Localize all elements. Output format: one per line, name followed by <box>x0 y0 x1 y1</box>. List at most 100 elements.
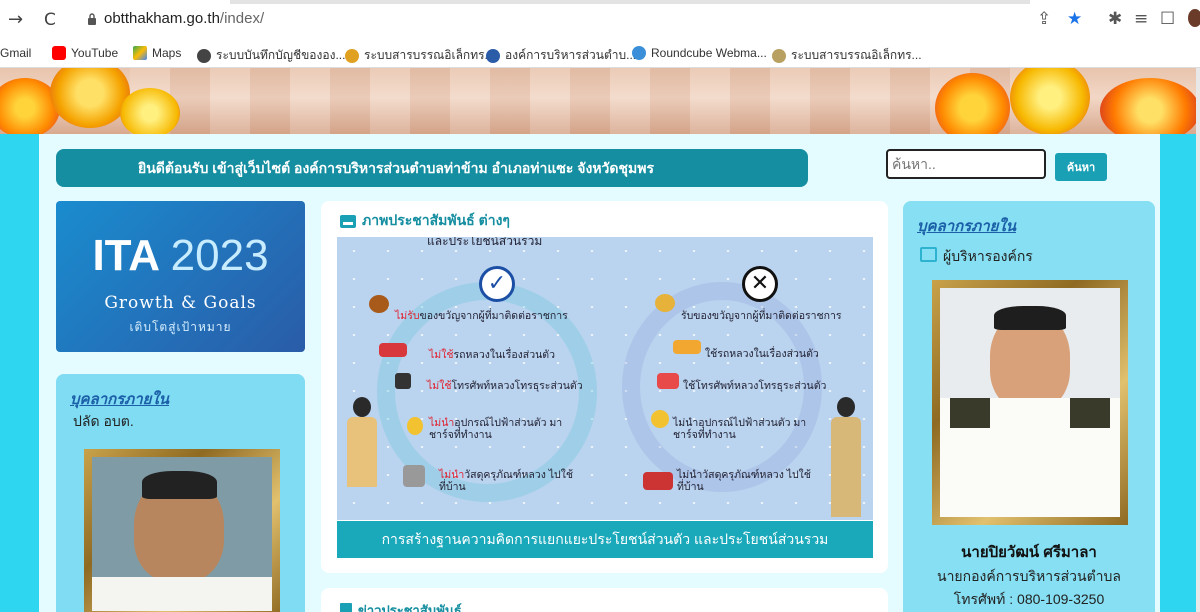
bookmark-label: YouTube <box>71 46 119 60</box>
news-heading: ข่าวประชาสัมพันธ์ <box>358 604 462 612</box>
left-card-heading[interactable]: บุคลากรภายใน <box>70 387 169 411</box>
poster-left-item: ไม่นำวัสดุครุภัณฑ์หลวง ไปใช้ที่บ้าน <box>439 469 579 493</box>
flower-image <box>1100 78 1200 134</box>
executive-phone: โทรศัพท์ : 080-109-3250 <box>953 591 1105 607</box>
check-icon: ✓ <box>479 266 515 302</box>
lock-icon[interactable] <box>87 13 97 25</box>
lightbulb-icon <box>407 417 423 435</box>
poster-right-item: ไม่นำวัสดุครุภัณฑ์หลวง ไปใช้ที่บ้าน <box>677 469 811 493</box>
portrait-hair <box>994 306 1066 330</box>
profile-avatar[interactable] <box>1188 9 1200 27</box>
money-bag-icon <box>369 295 389 313</box>
poster-left-text: โทรศัพท์หลวงโทรธุระส่วนตัว <box>451 380 583 392</box>
right-portrait-photo <box>940 288 1120 517</box>
reload-icon[interactable]: C <box>44 10 56 30</box>
documents-icon <box>403 465 425 487</box>
poster-right-item: ใช้โทรศัพท์หลวงโทรธุระส่วนตัว <box>683 380 827 392</box>
globe-icon <box>197 48 211 63</box>
bookmark-org[interactable]: องค์การบริหารส่วนตำบ... <box>486 46 636 65</box>
flower-image <box>50 68 130 128</box>
bookmark-label: ระบบสารบรรณอิเล็กทร... <box>791 48 922 62</box>
car-icon <box>673 340 701 354</box>
pr-poster-image[interactable]: และประโยชน์ส่วนรวม ✓ ✕ ไม่รับของขวัญจากผ… <box>337 237 873 520</box>
pr-images-heading: ภาพประชาสัมพันธ์ ต่างๆ <box>362 212 510 228</box>
portrait-uniform <box>92 577 272 611</box>
portrait-epaulette <box>950 398 990 428</box>
poster-right-item: ไม่นำอุปกรณ์ไปฟ้าส่วนตัว มาชาร์จที่ทำงาน <box>673 417 807 441</box>
portrait-hair <box>142 471 217 499</box>
site-banner <box>0 68 1200 134</box>
executive-position: นายกองค์การบริหารส่วนตำบล <box>937 568 1121 584</box>
bookmark-label: Maps <box>152 46 182 60</box>
executive-name: นายปิยวัฒน์ ศรีมาลา <box>961 544 1097 561</box>
poster-caption[interactable]: การสร้างฐานความคิดการแยกแยะประโยชน์ส่วนต… <box>337 521 873 558</box>
ita-year: 2023 <box>170 231 269 280</box>
url-field[interactable]: obtthakham.go.th/index/ <box>104 10 264 27</box>
share-icon[interactable]: ⇪ <box>1037 9 1051 29</box>
document-icon <box>340 603 352 612</box>
youtube-icon <box>52 46 66 60</box>
reading-list-icon[interactable]: ≡ <box>1134 9 1148 29</box>
flower-image <box>935 73 1010 134</box>
ita-subtitle-th: เติบโตสู่เป้าหมาย <box>129 320 232 334</box>
money-hand-icon <box>655 294 675 312</box>
bookmark-maps[interactable]: Maps <box>133 46 181 60</box>
bookmark-label: ระบบสารบรรณอิเล็กทร... <box>364 48 495 62</box>
right-card-heading[interactable]: บุคลากรภายใน <box>917 214 1016 238</box>
poster-left-prefix: ไม่รับ <box>395 310 420 322</box>
banner-wood-texture <box>130 68 1070 134</box>
bookmark-saraban-2[interactable]: ระบบสารบรรณอิเล็กทร... <box>772 46 922 65</box>
cast-icon <box>920 247 937 262</box>
forward-icon[interactable]: → <box>8 10 23 30</box>
ita-title: ITA 2023 <box>56 231 305 281</box>
bookmark-accounting[interactable]: ระบบบันทึกบัญชีขององ... <box>197 46 345 65</box>
poster-left-item: ไม่รับของขวัญจากผู้ที่มาติดต่อราชการ <box>395 307 568 324</box>
right-card-subheading: ผู้บริหารองค์กร <box>943 248 1033 264</box>
poster-left-prefix: ไม่นำ <box>439 469 465 481</box>
poster-top-text: และประโยชน์ส่วนรวม <box>427 237 543 248</box>
poster-left-prefix: ไม่ใช้ <box>427 380 452 392</box>
bookmarks-bar: Gmail YouTube Maps ระบบบันทึกบัญชีขององ.… <box>0 40 1200 68</box>
ita-subtitle: Growth & Goals <box>104 293 257 313</box>
stapler-icon <box>643 472 673 490</box>
bookmark-label: ระบบบันทึกบัญชีขององ... <box>216 48 346 62</box>
right-portrait-frame <box>932 280 1128 525</box>
left-card-subheading: ปลัด อบต. <box>73 413 134 429</box>
poster-right-item: ใช้รถหลวงในเรื่องส่วนตัว <box>705 348 819 360</box>
bookmark-label: องค์การบริหารส่วนตำบ... <box>505 48 637 62</box>
ita-2023-banner[interactable]: ITA 2023 Growth & Goals เติบโตสู่เป้าหมา… <box>56 201 305 352</box>
bookmark-star-icon[interactable]: ★ <box>1067 9 1082 29</box>
extensions-icon[interactable]: ✱ <box>1108 9 1122 29</box>
lightbulb-icon <box>651 410 669 428</box>
portrait-epaulette <box>1070 398 1110 428</box>
news-header: ข่าวประชาสัมพันธ์ <box>340 600 462 612</box>
flower-image <box>1010 68 1090 134</box>
url-host: obtthakham.go.th <box>104 10 220 27</box>
address-bar: → C obtthakham.go.th/index/ ⇪ ★ ✱ ≡ ☐ <box>0 0 1200 40</box>
illustration-body <box>347 417 377 487</box>
phone-icon <box>395 373 411 389</box>
bookmark-gmail[interactable]: Gmail <box>0 46 31 60</box>
poster-left-item: ไม่ใช้โทรศัพท์หลวงโทรธุระส่วนตัว <box>427 377 583 394</box>
illustration-head <box>837 397 855 417</box>
page-scrollbar[interactable] <box>1196 68 1200 612</box>
poster-left-text: รถหลวงในเรื่องส่วนตัว <box>453 349 556 361</box>
bookmark-label: Roundcube Webma... <box>651 46 767 60</box>
illustration-body <box>831 417 861 517</box>
cross-icon: ✕ <box>742 266 778 302</box>
bookmark-youtube[interactable]: YouTube <box>52 46 118 60</box>
left-portrait-photo <box>92 457 272 611</box>
bookmark-roundcube[interactable]: Roundcube Webma... <box>632 46 767 60</box>
bookmark-saraban-1[interactable]: ระบบสารบรรณอิเล็กทร... <box>345 46 495 65</box>
poster-left-prefix: ไม่นำ <box>429 417 455 429</box>
search-button[interactable]: ค้นหา <box>1055 153 1107 181</box>
bookmark-label: Gmail <box>0 46 32 60</box>
poster-left-prefix: ไม่ใช้ <box>429 349 454 361</box>
officer-illustration-right <box>827 397 863 517</box>
saraban-icon <box>345 48 359 63</box>
poster-left-item: ไม่นำอุปกรณ์ไปฟ้าส่วนตัว มาชาร์จที่ทำงาน <box>429 417 569 441</box>
flower-image <box>120 88 180 134</box>
officer-illustration-left <box>343 397 379 517</box>
side-panel-icon[interactable]: ☐ <box>1160 9 1175 29</box>
search-input[interactable] <box>886 149 1046 179</box>
